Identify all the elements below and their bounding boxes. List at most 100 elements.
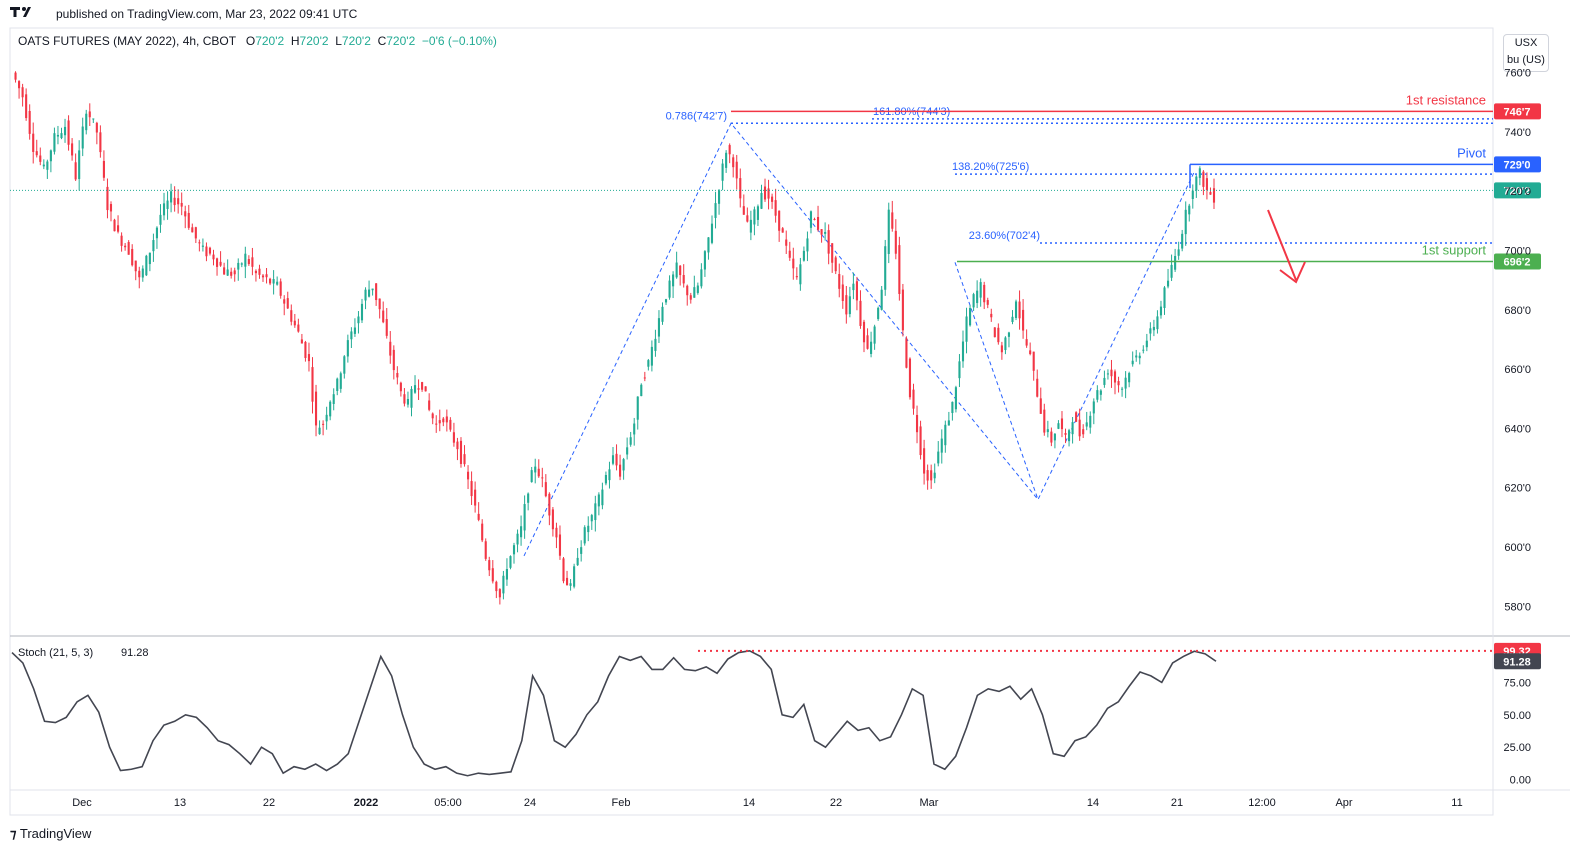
candle-body xyxy=(39,155,42,162)
candle-body xyxy=(1131,360,1134,365)
candle-body xyxy=(60,133,63,139)
candle-body xyxy=(261,275,265,278)
candle-body xyxy=(771,196,774,202)
candle-body xyxy=(92,118,95,120)
candle-body xyxy=(1103,377,1106,385)
candle-body xyxy=(930,470,933,481)
candle-body xyxy=(1113,371,1117,383)
candle-body xyxy=(937,451,940,464)
candle-body xyxy=(452,432,455,443)
candle-body xyxy=(615,453,618,466)
candle-body xyxy=(1177,249,1180,256)
candle-body xyxy=(481,523,484,541)
candle-body xyxy=(1166,280,1170,287)
stoch-title: Stoch (21, 5, 3) xyxy=(18,647,93,659)
candle-body xyxy=(611,455,615,464)
candle-body xyxy=(696,285,699,293)
candle-body xyxy=(541,477,544,479)
candle-body xyxy=(1181,233,1184,249)
candle-body xyxy=(155,227,159,239)
price-axis[interactable]: 760'0 740'0 720'0 700'0 680'0 660'0 640'0 620'0… xyxy=(1503,67,1531,786)
candle-body xyxy=(933,472,936,479)
candle-body xyxy=(1195,176,1198,191)
candle-body xyxy=(742,206,745,215)
candle-body xyxy=(972,294,975,308)
candle-body xyxy=(569,583,572,586)
candle-body xyxy=(562,558,565,582)
fib-level-label: 138.20%(725'6) xyxy=(952,161,1029,173)
candle-body xyxy=(343,356,346,374)
candle-body xyxy=(668,280,671,298)
candle-body xyxy=(166,200,169,209)
horizontal-levels: 1st resistance 746'7 Pivot 729'0 1st support… xyxy=(10,92,1541,284)
candle-body xyxy=(463,454,466,465)
stoch-tick-label: 25.00 xyxy=(1503,742,1531,754)
candle-body xyxy=(141,268,144,278)
candle-body xyxy=(689,295,692,300)
candle-body xyxy=(675,262,678,278)
candle-body xyxy=(212,254,215,260)
candle-body xyxy=(661,306,664,322)
candle-body xyxy=(293,320,296,326)
candle-body xyxy=(215,258,219,267)
level-price-tag-text: 746'7 xyxy=(1503,106,1530,118)
candle-body xyxy=(785,239,788,246)
chart-canvas[interactable]: 0.786(742'7) 161.80%(744'3)138.20%(725'6)… xyxy=(0,0,1570,853)
candle-body xyxy=(138,270,141,278)
candle-body xyxy=(502,575,505,594)
candle-body xyxy=(774,200,777,216)
zigzag-line xyxy=(954,262,1039,500)
candle-body xyxy=(117,225,120,232)
candle-body xyxy=(1145,340,1148,348)
candle-body xyxy=(1071,422,1074,435)
candle-body xyxy=(1089,415,1092,428)
candle-body xyxy=(1096,390,1099,400)
candle-body xyxy=(852,283,855,291)
candle-body xyxy=(109,204,113,212)
candle-body xyxy=(46,161,49,170)
candle-body xyxy=(329,401,332,417)
candle-body xyxy=(947,420,950,426)
candle-body xyxy=(714,203,717,218)
time-tick-label: Feb xyxy=(612,797,631,809)
candle-body xyxy=(162,203,166,216)
candle-body xyxy=(880,289,883,310)
candle-body xyxy=(721,163,724,181)
time-tick-label: Apr xyxy=(1335,797,1352,809)
candle-body xyxy=(424,386,427,392)
candle-body xyxy=(732,157,735,168)
candle-body xyxy=(406,398,410,405)
candle-body xyxy=(254,270,257,274)
candle-body xyxy=(230,271,233,276)
candle-body xyxy=(325,414,328,422)
candle-body xyxy=(926,470,929,481)
candle-body xyxy=(587,525,590,533)
candle-body xyxy=(845,295,848,315)
candle-body xyxy=(647,360,650,367)
candle-body xyxy=(604,475,607,484)
candle-body xyxy=(958,361,961,379)
stochastic-pane: 99.3291.28 xyxy=(11,642,1541,777)
price-tick-label: 600'0 xyxy=(1504,542,1531,554)
fib-level-label: 0.786(742'7) xyxy=(666,110,727,122)
time-tick-label: 22 xyxy=(263,797,275,809)
candle-body xyxy=(198,242,201,244)
candle-body xyxy=(67,120,70,145)
candle-body xyxy=(520,526,523,538)
candle-body xyxy=(148,252,151,265)
candle-body xyxy=(831,243,834,263)
candle-body xyxy=(778,210,781,231)
candle-body xyxy=(1121,388,1124,390)
candle-body xyxy=(1174,256,1177,270)
candle-body xyxy=(908,358,912,398)
candle-body xyxy=(297,324,300,332)
candle-body xyxy=(152,240,155,252)
candle-body xyxy=(99,132,102,153)
candle-body xyxy=(438,420,441,424)
candle-body xyxy=(870,341,873,354)
candle-body xyxy=(63,126,67,136)
time-axis[interactable]: Dec 13 22 2022 05:00 24 Feb 14 22 Mar 14 21 12:00 Apr… xyxy=(72,797,1462,809)
candle-body xyxy=(912,389,915,409)
candle-body xyxy=(735,161,738,179)
candle-body xyxy=(728,145,731,155)
